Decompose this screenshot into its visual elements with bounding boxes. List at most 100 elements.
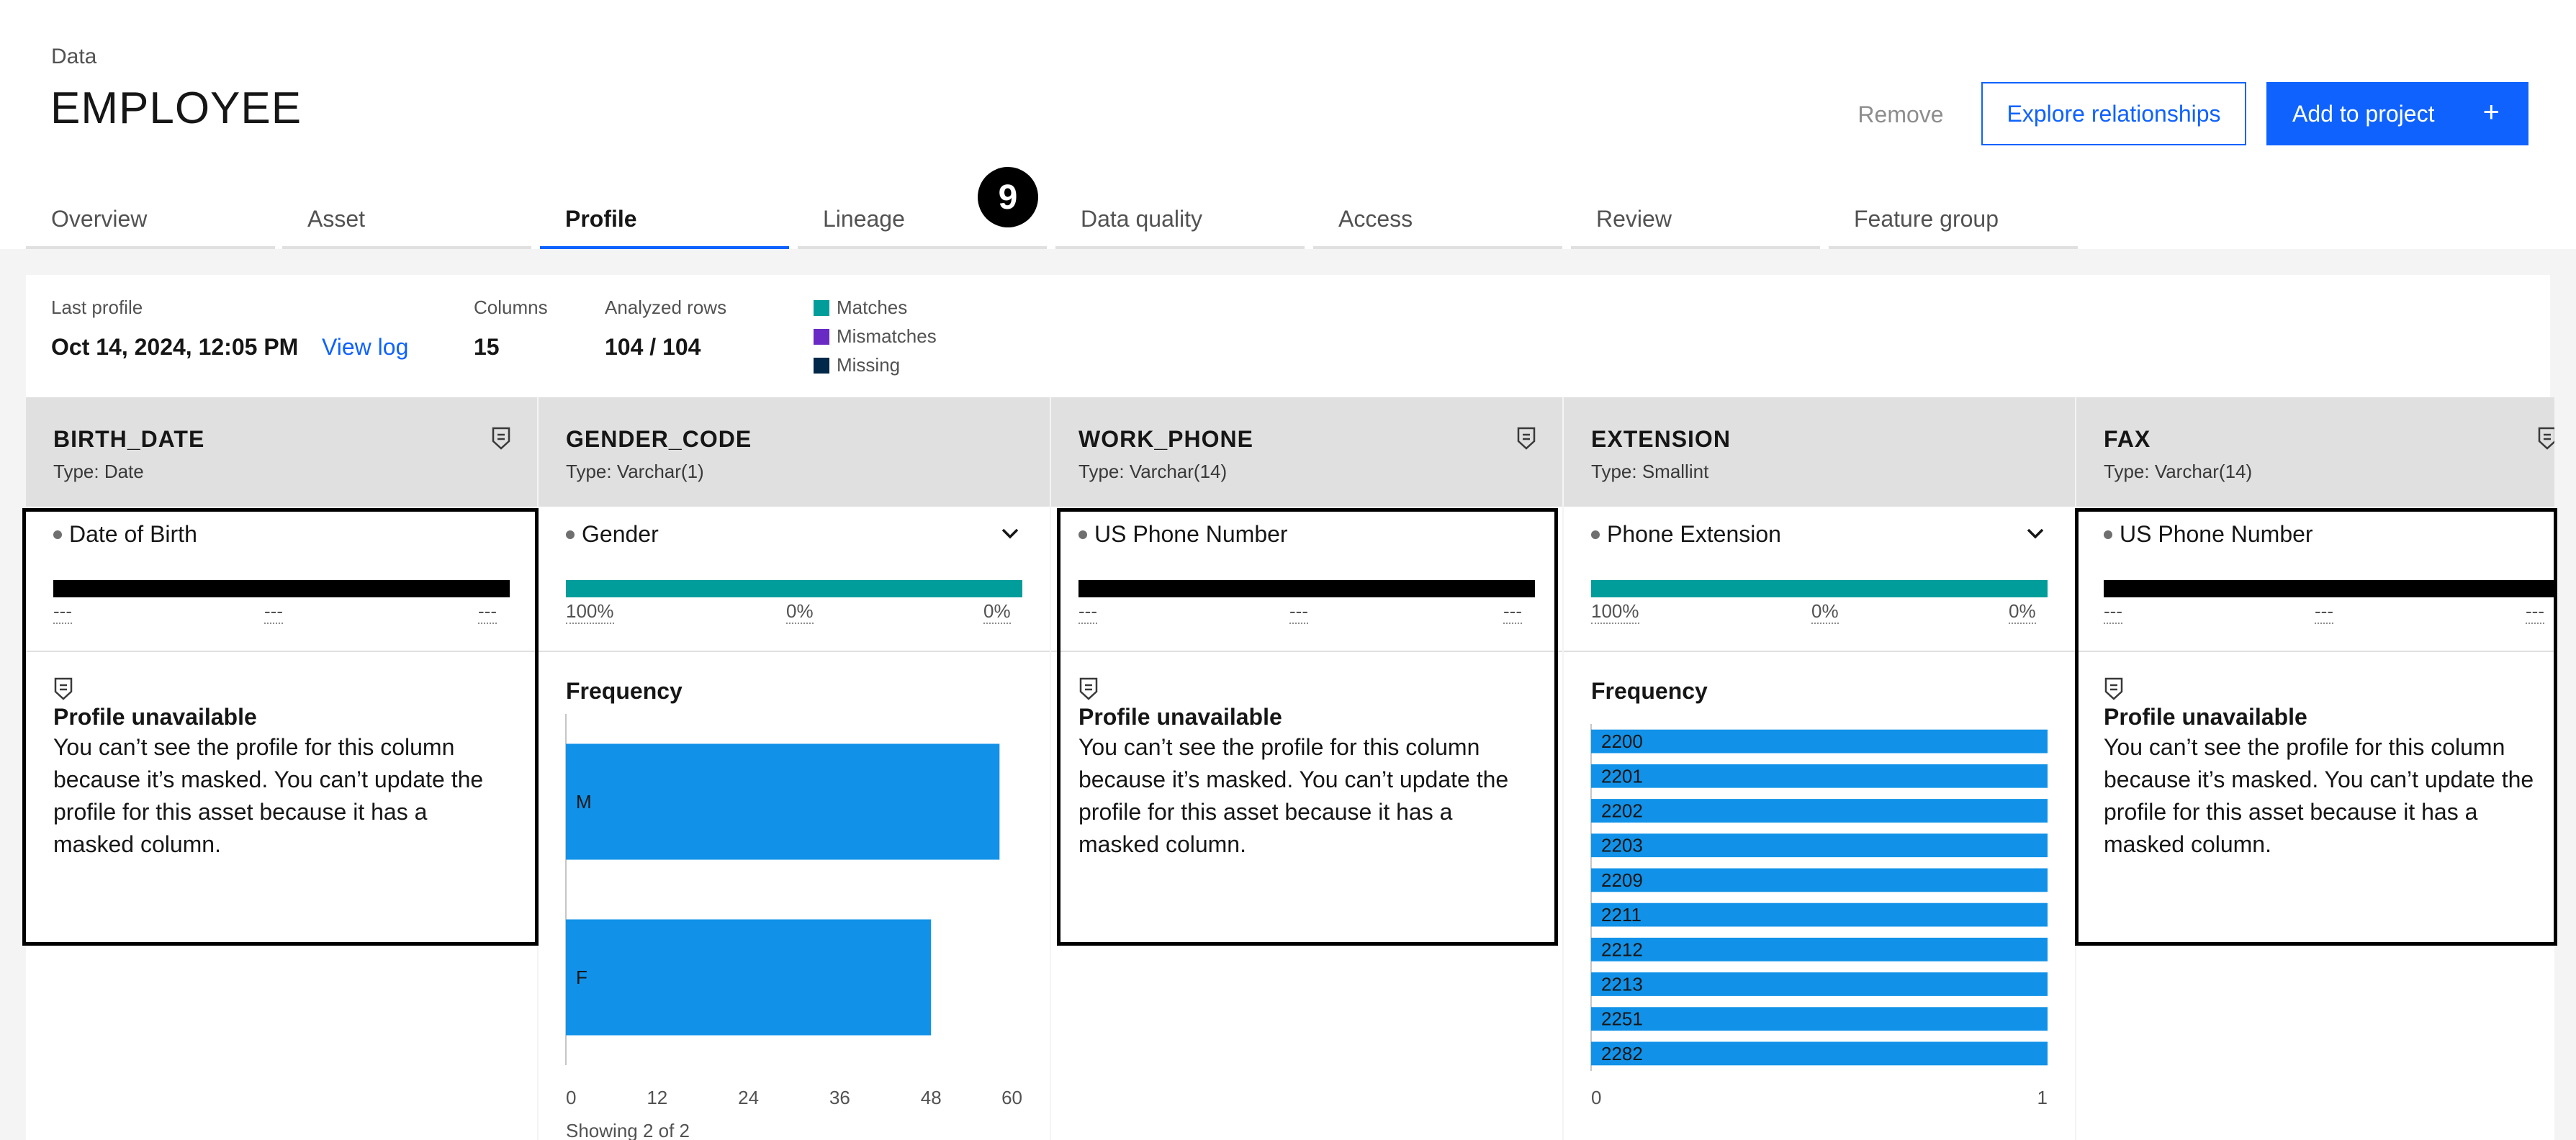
bar-2203 bbox=[1591, 833, 2048, 858]
mismatches-swatch bbox=[814, 328, 829, 345]
page-title: EMPLOYEE bbox=[50, 83, 302, 133]
classification-tag[interactable]: Gender bbox=[566, 521, 659, 548]
mismatch-pct: 0% bbox=[1811, 600, 1839, 624]
bar-label-2200: 2200 bbox=[1601, 730, 1643, 752]
column-header: EXTENSION Type: Smallint bbox=[1564, 397, 2075, 507]
bar-label-2212: 2212 bbox=[1601, 938, 1643, 960]
column-type: Type: Varchar(14) bbox=[2104, 461, 2253, 482]
x-tick-label: 24 bbox=[738, 1087, 759, 1108]
plus-icon: + bbox=[2482, 96, 2500, 128]
bar-label-2203: 2203 bbox=[1601, 835, 1643, 856]
missing-pct: 0% bbox=[2009, 600, 2036, 624]
breadcrumb[interactable]: Data bbox=[51, 45, 96, 69]
masked-shield-icon bbox=[2538, 427, 2554, 450]
tab-asset[interactable]: Asset bbox=[282, 199, 531, 249]
tab-data-quality[interactable]: Data quality bbox=[1055, 199, 1305, 249]
highlight-outline bbox=[2075, 508, 2557, 946]
legend-missing: Missing bbox=[814, 354, 900, 376]
tab-access[interactable]: Access bbox=[1313, 199, 1562, 249]
column-header: FAX Type: Varchar(14) bbox=[2076, 397, 2554, 507]
legend-matches: Matches bbox=[814, 297, 907, 319]
column-name: BIRTH_DATE bbox=[53, 426, 205, 452]
legend-label: Mismatches bbox=[837, 325, 937, 347]
masked-shield-icon bbox=[492, 427, 510, 450]
bar-label-2209: 2209 bbox=[1601, 869, 1643, 891]
bar-2251 bbox=[1591, 1007, 2048, 1031]
tab-profile[interactable]: Profile bbox=[540, 199, 789, 249]
classification-label: Phone Extension bbox=[1607, 521, 1781, 547]
add-to-project-button[interactable]: Add to project + bbox=[2266, 82, 2528, 145]
masked-shield-icon bbox=[1517, 427, 1536, 450]
x-tick-label: 12 bbox=[647, 1087, 667, 1108]
page-header: Data EMPLOYEE Remove Explore relationshi… bbox=[0, 0, 2576, 249]
legend-label: Missing bbox=[837, 354, 901, 376]
legend-mismatches: Mismatches bbox=[814, 325, 937, 348]
profile-summary: Last profile Oct 14, 2024, 12:05 PM View… bbox=[26, 275, 2550, 397]
column-type: Type: Varchar(1) bbox=[566, 461, 704, 482]
quality-bar bbox=[566, 580, 1022, 597]
gender-frequency-chart: M F 0 12 24 36 48 60 bbox=[565, 714, 1022, 1108]
bar-2200 bbox=[1591, 729, 2048, 754]
bar-2209 bbox=[1591, 868, 2048, 892]
x-tick-label: 60 bbox=[1001, 1087, 1022, 1108]
column-name: GENDER_CODE bbox=[566, 426, 752, 452]
classification-tag[interactable]: Phone Extension bbox=[1591, 521, 1781, 548]
column-name: FAX bbox=[2104, 426, 2151, 452]
match-pct: 100% bbox=[1591, 600, 1639, 624]
frequency-title: Frequency bbox=[566, 678, 683, 704]
highlight-outline bbox=[22, 508, 539, 946]
analyzed-rows-value: 104 / 104 bbox=[605, 334, 701, 360]
bar-2211 bbox=[1591, 902, 2048, 927]
highlight-outline bbox=[1057, 508, 1558, 946]
column-card-extension[interactable]: EXTENSION Type: Smallint Phone Extension… bbox=[1564, 397, 2075, 1140]
explore-relationships-button[interactable]: Explore relationships bbox=[1981, 82, 2246, 145]
x-tick-label: 48 bbox=[921, 1087, 942, 1108]
tab-overview[interactable]: Overview bbox=[26, 199, 275, 249]
bar-2282 bbox=[1591, 1041, 2048, 1066]
bar-label-2251: 2251 bbox=[1601, 1008, 1643, 1030]
columns-label: Columns bbox=[474, 297, 548, 318]
chevron-down-icon[interactable] bbox=[999, 522, 1021, 544]
last-profile-label: Last profile bbox=[51, 297, 143, 318]
x-tick-label: 0 bbox=[566, 1087, 576, 1108]
bar-2212 bbox=[1591, 937, 2048, 962]
chevron-down-icon[interactable] bbox=[2025, 522, 2046, 544]
mismatch-pct: 0% bbox=[786, 600, 814, 624]
match-pct: 100% bbox=[566, 600, 614, 624]
bar-F bbox=[566, 919, 932, 1036]
bar-M bbox=[566, 743, 1000, 860]
bar-2213 bbox=[1591, 972, 2048, 996]
classification-label: Gender bbox=[582, 521, 659, 547]
tab-feature-group[interactable]: Feature group bbox=[1829, 199, 2078, 249]
bar-2201 bbox=[1591, 764, 2048, 788]
bar-label-F: F bbox=[576, 967, 587, 988]
frequency-title: Frequency bbox=[1591, 678, 1708, 704]
column-type: Type: Varchar(14) bbox=[1078, 461, 1228, 482]
column-type: Type: Smallint bbox=[1591, 461, 1709, 482]
column-name: WORK_PHONE bbox=[1078, 426, 1253, 452]
matches-swatch bbox=[814, 299, 829, 316]
bar-label-2202: 2202 bbox=[1601, 800, 1643, 822]
bar-label-2213: 2213 bbox=[1601, 974, 1643, 995]
column-card-gender-code[interactable]: GENDER_CODE Type: Varchar(1) Gender 100%… bbox=[539, 397, 1050, 1140]
tab-review[interactable]: Review bbox=[1571, 199, 1820, 249]
step-number-badge: 9 bbox=[978, 167, 1038, 227]
column-header: GENDER_CODE Type: Varchar(1) bbox=[539, 397, 1050, 507]
x-tick-label: 36 bbox=[829, 1087, 850, 1108]
showing-count: Showing 2 of 2 bbox=[566, 1120, 690, 1140]
x-tick-label: 0 bbox=[1591, 1087, 1601, 1108]
last-profile-value: Oct 14, 2024, 12:05 PM bbox=[51, 334, 299, 360]
view-log-link[interactable]: View log bbox=[322, 334, 408, 361]
add-to-project-label: Add to project bbox=[2292, 100, 2435, 127]
columns-value: 15 bbox=[474, 334, 500, 360]
bar-label-2282: 2282 bbox=[1601, 1043, 1643, 1064]
quality-bar bbox=[1591, 580, 2048, 597]
remove-button[interactable]: Remove bbox=[1843, 83, 1958, 145]
analyzed-rows-label: Analyzed rows bbox=[605, 297, 727, 318]
x-tick-label: 1 bbox=[2037, 1087, 2048, 1108]
extension-frequency-chart: 2200 2201 2202 2203 2209 2211 2212 2213 2251 2282… bbox=[1590, 724, 2048, 1108]
bar-label-M: M bbox=[576, 791, 592, 813]
missing-swatch bbox=[814, 357, 829, 374]
column-header: WORK_PHONE Type: Varchar(14) bbox=[1051, 397, 1562, 507]
missing-pct: 0% bbox=[983, 600, 1011, 624]
